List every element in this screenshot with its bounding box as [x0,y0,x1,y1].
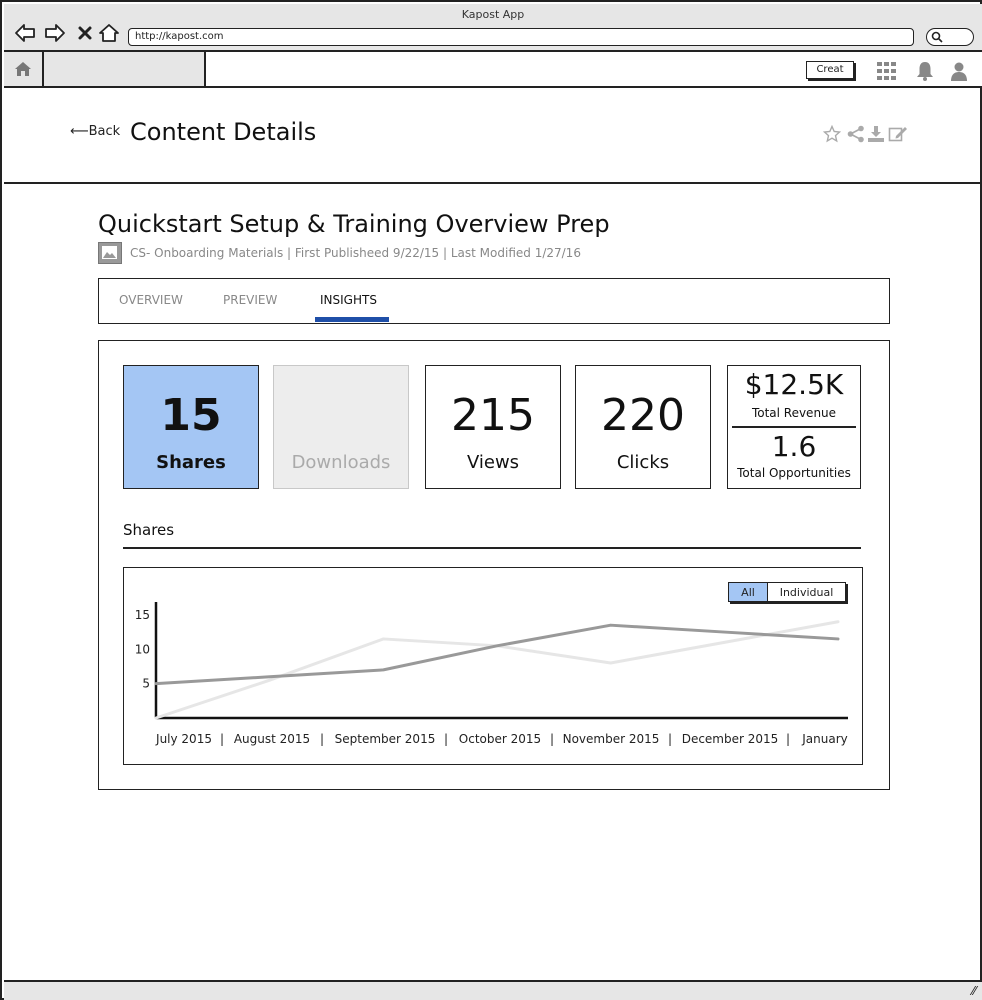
x-tick-label: January [801,732,848,746]
content-meta: CS- Onboarding Materials | First Publish… [130,246,581,260]
x-tick-separator: | [668,732,672,746]
x-tick-label: October 2015 [459,732,541,746]
back-arrow-icon[interactable] [14,22,36,44]
browser-search-field[interactable] [926,28,974,46]
stat-card-revenue[interactable]: $12.5K Total Revenue 1.6 Total Opportuni… [727,365,861,489]
revenue-value: $12.5K [744,368,844,401]
forward-arrow-icon[interactable] [44,22,66,44]
x-tick-separator: | [786,732,790,746]
series-line-2 [154,620,840,720]
y-tick-label: 15 [135,608,150,622]
x-tick-label: September 2015 [335,732,436,746]
x-tick-separator: | [220,732,224,746]
home-icon[interactable] [98,22,120,44]
status-bar: ⁄⁄ [4,980,982,1000]
revenue-label: Total Revenue [751,406,837,420]
toggle-individual-button[interactable]: Individual [768,583,845,601]
resize-grip-icon[interactable]: ⁄⁄ [972,984,976,998]
clicks-label: Clicks [616,452,670,473]
section-divider [123,547,861,549]
series-toggle: All Individual [728,582,846,602]
user-icon[interactable] [948,60,970,82]
back-label: Back [88,124,121,139]
series-line-1 [154,623,840,686]
page-title: Content Details [130,118,317,146]
x-tick-separator: | [444,732,448,746]
shares-chart: 5 10 15 July 2015 | August 2015 | September 201… [123,567,863,765]
views-value: 215 [451,390,535,441]
x-tick-separator: | [320,732,324,746]
image-thumbnail-icon [98,242,122,264]
window-title: Kapost App [461,8,525,21]
create-button[interactable]: Creat [806,61,854,79]
y-tick-label: 10 [135,642,150,656]
insights-panel: 15 Shares Downloads 215 Views 220 Clicks… [98,340,890,790]
app-navigation-bar: Creat [4,52,982,88]
stat-divider [732,426,856,428]
title-bar: Kapost App http://kapost.com [4,4,982,52]
back-link[interactable]: ⟵Back [70,124,120,139]
x-tick-label: November 2015 [563,732,660,746]
stat-card-views[interactable]: 215 Views [425,365,561,489]
content-tabs: OVERVIEW PREVIEW INSIGHTS [98,278,890,324]
active-tab-indicator [315,317,389,322]
url-field[interactable]: http://kapost.com [128,28,914,46]
search-icon [931,31,943,43]
opportunities-value: 1.6 [771,430,817,463]
x-tick-separator: | [550,732,554,746]
stat-card-downloads[interactable]: Downloads [273,365,409,489]
stop-icon[interactable] [74,22,96,44]
clicks-value: 220 [601,390,685,441]
section-heading: Shares [123,521,175,539]
x-tick-label: August 2015 [234,732,310,746]
y-tick-label: 5 [142,677,150,691]
x-tick-label: July 2015 [155,732,212,746]
content-title: Quickstart Setup & Training Overview Pre… [98,210,610,238]
downloads-label: Downloads [291,452,391,473]
tab-overview[interactable]: OVERVIEW [119,293,183,307]
nav-placeholder [44,52,206,86]
toggle-all-button[interactable]: All [729,583,768,601]
views-label: Views [466,452,520,473]
app-home-icon [15,62,31,76]
download-icon[interactable] [866,124,886,144]
share-icon[interactable] [846,124,866,144]
tab-preview[interactable]: PREVIEW [223,293,277,307]
back-arrow-icon: ⟵ [70,124,89,139]
page-header: ⟵Back Content Details [4,90,982,184]
shares-label: Shares [156,452,226,473]
app-home-button[interactable] [4,52,44,86]
x-tick-label: December 2015 [682,732,779,746]
stat-card-shares[interactable]: 15 Shares [123,365,259,489]
edit-icon[interactable] [888,124,908,144]
tab-insights[interactable]: INSIGHTS [320,293,377,307]
star-icon[interactable] [822,124,842,144]
apps-grid-icon[interactable] [876,60,898,82]
stat-card-clicks[interactable]: 220 Clicks [575,365,711,489]
opportunities-label: Total Opportunities [737,466,851,480]
bell-icon[interactable] [914,60,936,82]
browser-window: Kapost App http://kapost.com Creat ⟵Back… [0,0,982,1000]
shares-value: 15 [160,390,222,441]
